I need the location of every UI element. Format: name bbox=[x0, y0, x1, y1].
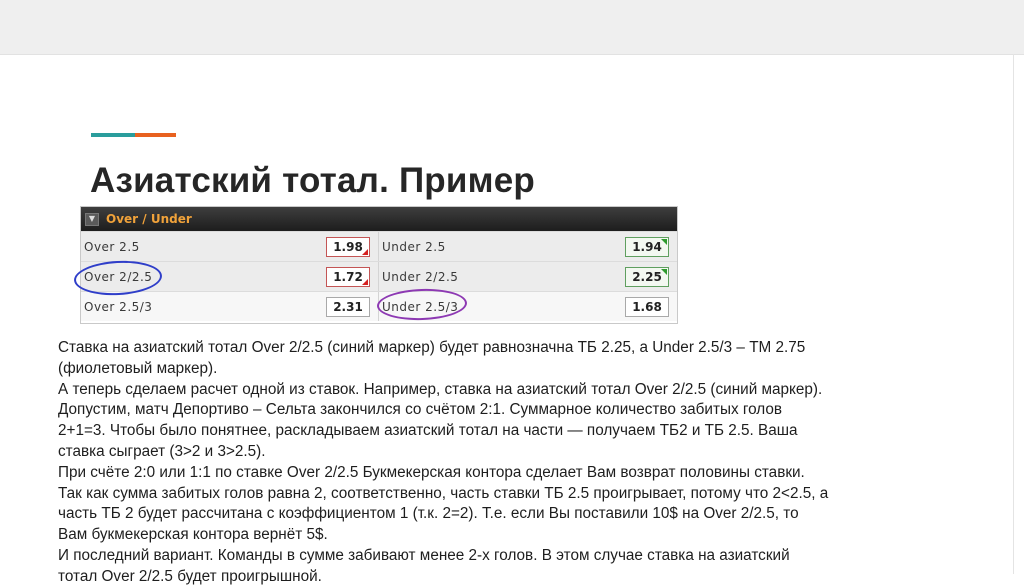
collapse-arrow-icon[interactable]: ▼ bbox=[85, 212, 99, 226]
text-line: 2+1=3. Чтобы было понятнее, раскладываем… bbox=[58, 422, 798, 440]
text-line: И последний вариант. Команды в сумме заб… bbox=[58, 546, 790, 564]
accent-bar-orange bbox=[135, 133, 176, 137]
odds-button[interactable]: 1.72 bbox=[326, 266, 370, 287]
text-line: А теперь сделаем расчет одной из ставок.… bbox=[58, 380, 823, 398]
text-line: При счёте 2:0 или 1:1 по ставке Over 2/2… bbox=[58, 463, 805, 481]
odds-table-title: Over / Under bbox=[106, 212, 192, 226]
odds-button[interactable]: 2.31 bbox=[326, 296, 370, 317]
slide-title: Азиатский тотал. Пример bbox=[90, 161, 535, 200]
text-line: Ставка на азиатский тотал Over 2/2.5 (си… bbox=[58, 339, 806, 356]
odds-cell-under: Under 2.5 1.94 bbox=[379, 232, 677, 261]
odds-cell-over: Over 2.5/3 2.31 bbox=[81, 292, 379, 321]
top-band bbox=[0, 0, 1024, 55]
text-line: Вам букмекерская контора вернёт 5$. bbox=[58, 526, 328, 544]
text-line: Допустим, матч Депортиво – Сельта законч… bbox=[58, 401, 782, 419]
text-line: часть ТБ 2 будет рассчитана с коэффициен… bbox=[58, 505, 799, 523]
odds-table-header[interactable]: ▼ Over / Under bbox=[81, 207, 677, 231]
text-line: тотал Over 2/2.5 будет проигрышной. bbox=[58, 567, 322, 585]
explanation-text: Ставка на азиатский тотал Over 2/2.5 (си… bbox=[58, 338, 958, 588]
slide-edge bbox=[1013, 54, 1014, 574]
odds-label: Over 2.5/3 bbox=[84, 299, 153, 314]
odds-button[interactable]: 2.25 bbox=[625, 266, 669, 287]
odds-label: Over 2.5 bbox=[84, 239, 140, 254]
odds-label: Under 2/2.5 bbox=[382, 269, 459, 284]
odds-cell-over: Over 2.5 1.98 bbox=[81, 232, 379, 261]
odds-label: Under 2.5 bbox=[382, 239, 446, 254]
text-line: Так как сумма забитых голов равна 2, соо… bbox=[58, 484, 829, 502]
odds-button[interactable]: 1.94 bbox=[625, 236, 669, 257]
odds-row: Over 2/2.5 1.72 Under 2/2.5 2.25 bbox=[81, 261, 677, 291]
accent-bar-teal bbox=[91, 133, 135, 137]
odds-row: Over 2.5 1.98 Under 2.5 1.94 bbox=[81, 231, 677, 261]
text-line: (фиолетовый маркер). bbox=[58, 359, 218, 377]
odds-cell-under: Under 2/2.5 2.25 bbox=[379, 262, 677, 291]
text-line: ставка сыграет (3>2 и 3>2.5). bbox=[58, 442, 266, 460]
odds-button[interactable]: 1.68 bbox=[625, 296, 669, 317]
odds-button[interactable]: 1.98 bbox=[326, 236, 370, 257]
